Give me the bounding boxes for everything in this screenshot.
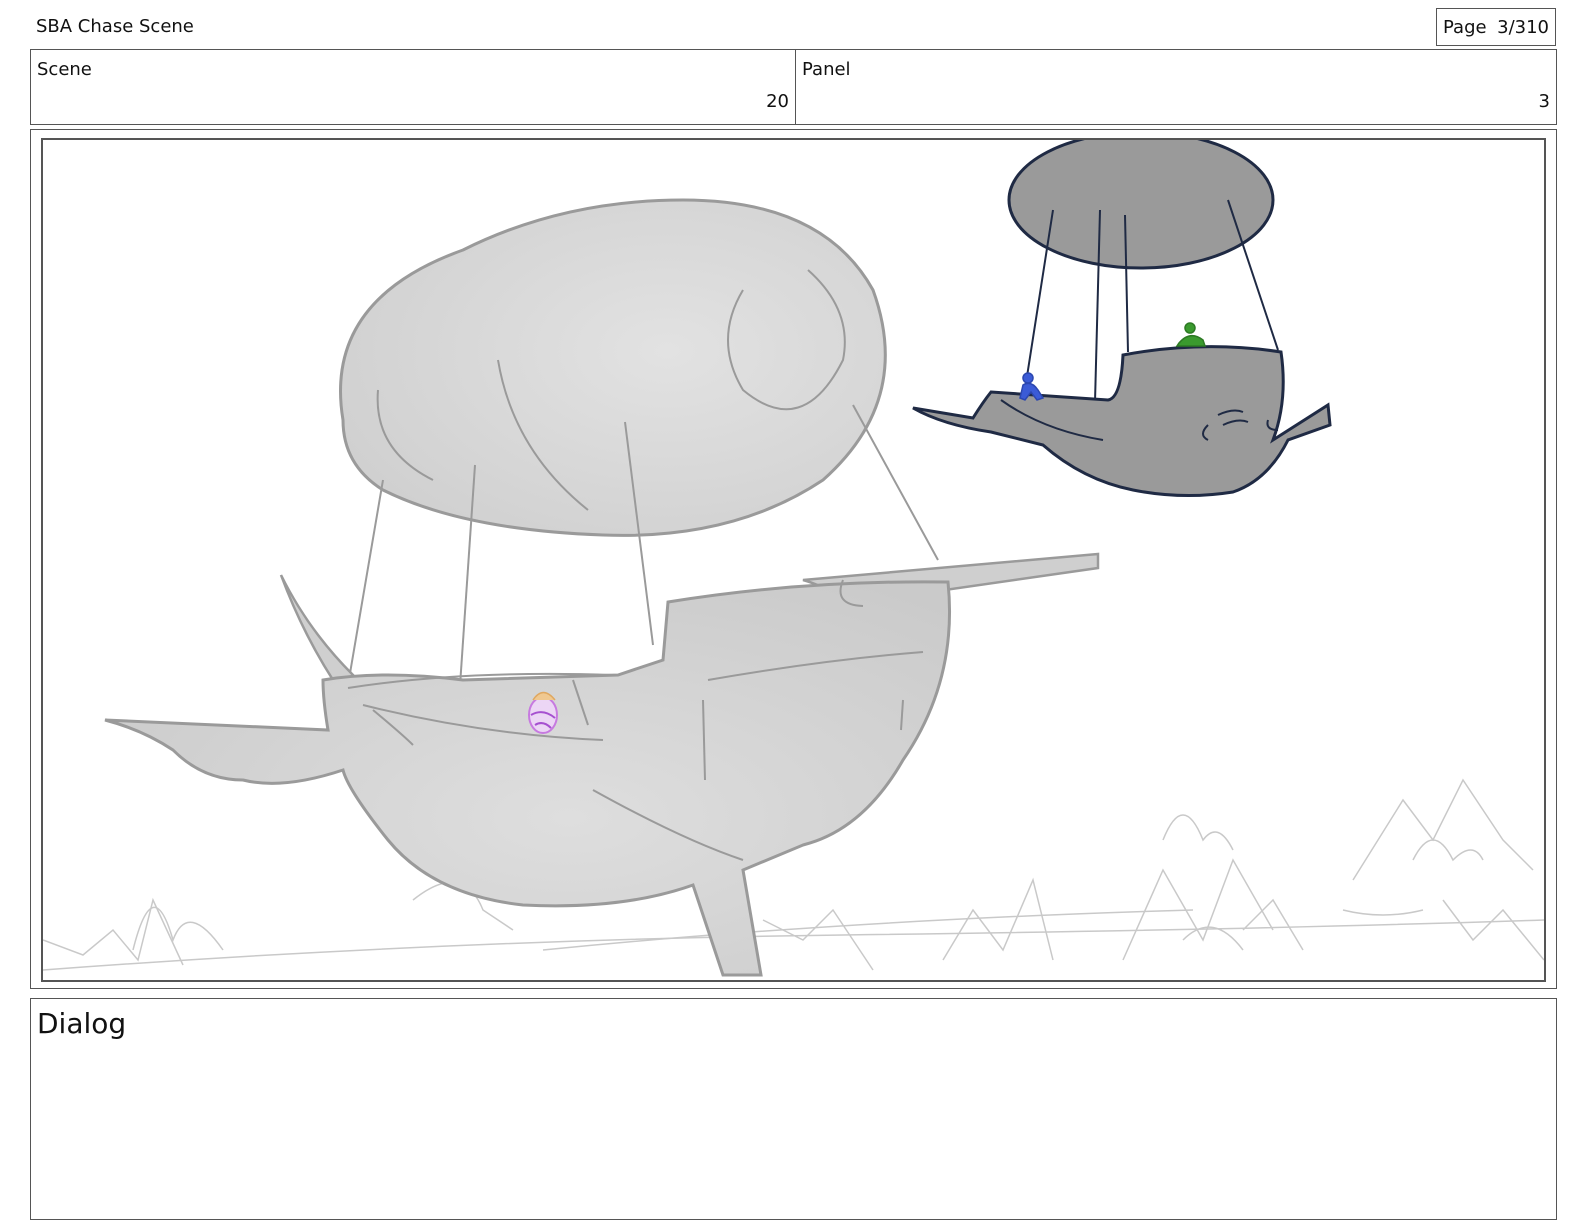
- far-airship-balloon: [1007, 140, 1275, 270]
- scene-panel-row: Scene 20 Panel 3: [30, 49, 1557, 125]
- scene-cell: Scene 20: [31, 50, 796, 124]
- storyboard-frame: [41, 138, 1546, 982]
- far-airship: [912, 140, 1332, 498]
- page-number: 3/310: [1497, 16, 1549, 38]
- panel-label: Panel: [802, 59, 851, 80]
- near-airship: [104, 198, 1100, 977]
- page-label: Page: [1443, 16, 1487, 38]
- dialog-label: Dialog: [37, 1007, 127, 1040]
- page-indicator: Page 3/310: [1436, 8, 1556, 46]
- near-airship-hull: [104, 580, 952, 977]
- scene-label: Scene: [37, 59, 92, 80]
- panel-number: 3: [1538, 91, 1550, 112]
- panel-cell: Panel 3: [796, 50, 1556, 124]
- scene-number: 20: [766, 91, 789, 112]
- near-airship-character: [528, 691, 558, 734]
- doc-title: SBA Chase Scene: [36, 16, 194, 37]
- far-airship-green-character: [1175, 322, 1207, 347]
- storyboard-sketch: [43, 140, 1544, 977]
- near-airship-balloon: [339, 198, 887, 537]
- dialog-box: Dialog: [30, 998, 1557, 1220]
